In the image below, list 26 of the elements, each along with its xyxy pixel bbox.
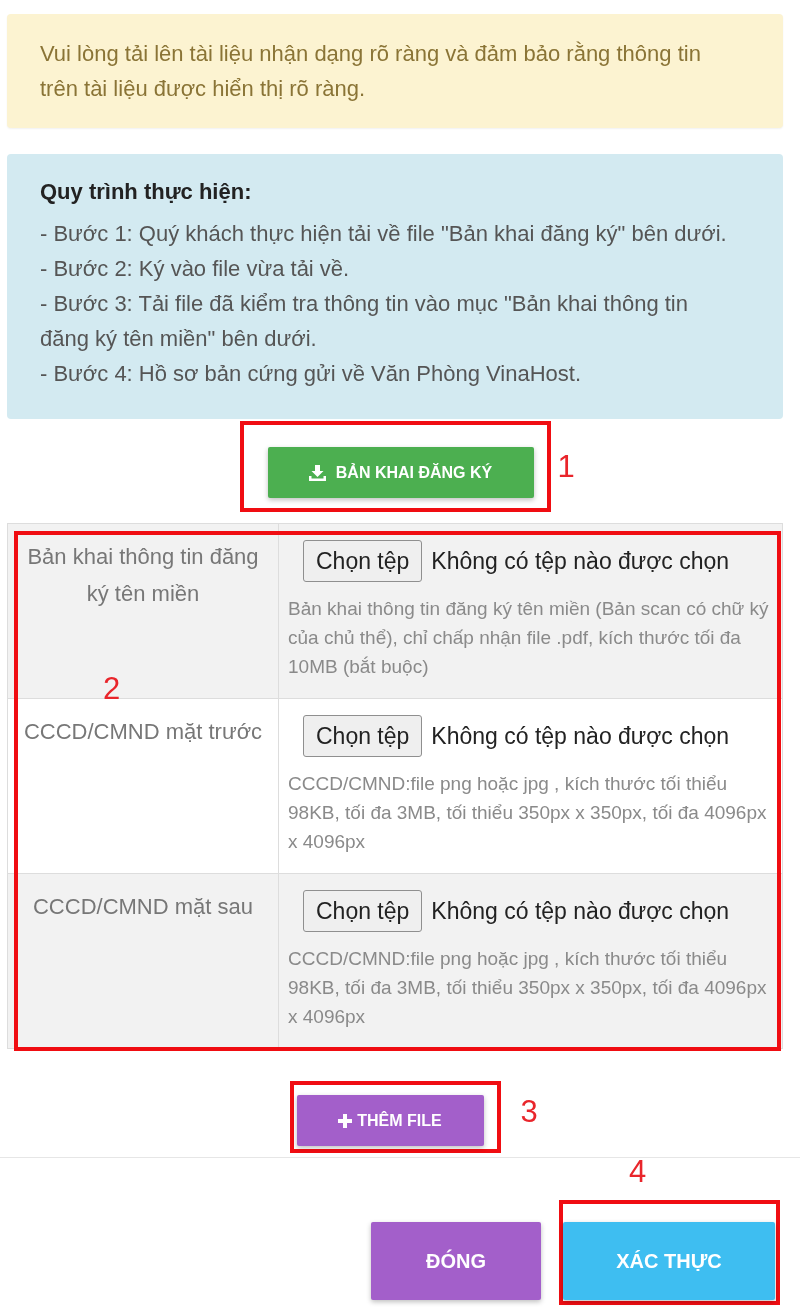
choose-file-button[interactable]: Chọn tệp [303, 715, 423, 757]
file-status-text: Không có tệp nào được chọn [431, 546, 730, 576]
file-hint-text: CCCD/CMND:file png hoặc jpg , kích thước tối thiểu 98KB, tối đa 3MB, tối thiểu 350px x 350px, tối đa 4096px x 4096px [288, 947, 768, 1029]
instruction-step: - Bước 3: Tải file đã kiểm tra thông tin vào mục "Bản khai thông tin đăng ký tên miền" bên dưới. [40, 286, 735, 356]
download-button[interactable]: BẢN KHAI ĐĂNG KÝ [267, 447, 534, 498]
file-hint-text: CCCD/CMND:file png hoặc jpg , kích thước tối thiểu 98KB, tối đa 3MB, tối thiểu 350px x 350px, tối đa 4096px x 4096px [288, 772, 768, 854]
confirm-button[interactable]: XÁC THỰC [563, 1222, 775, 1300]
instruction-step: - Bước 1: Quý khách thực hiện tải về file "Bản khai đăng ký" bên dưới. [40, 216, 735, 251]
table-cell: CCCD/CMND mặt trước [7, 698, 279, 874]
choose-file-button[interactable]: Chọn tệp [303, 540, 423, 582]
instruction-step: - Bước 4: Hồ sơ bản cứng gửi về Văn Phòng VinaHost. [40, 356, 735, 391]
choose-file-button[interactable]: Chọn tệp [303, 890, 423, 932]
annotation-number: 4 [629, 1160, 647, 1184]
table-cell: CCCD/CMND mặt sau [7, 873, 279, 1049]
add-file-button[interactable]: THÊM FILE [296, 1095, 484, 1146]
instruction-step: - Bước 2: Ký vào file vừa tải về. [40, 251, 735, 286]
download-icon [308, 464, 326, 481]
plus-icon [338, 1113, 353, 1128]
instructions-title: Quy trình thực hiện: [40, 178, 253, 206]
annotation-number: 1 [557, 451, 575, 482]
warning-text: Vui lòng tải lên tài liệu nhận dạng rõ ràng và đảm bảo rằng thông tin trên tài liệu được hiển thị rõ ràng. [40, 40, 702, 103]
close-button[interactable]: ĐÓNG [371, 1222, 541, 1300]
file-status-text: Không có tệp nào được chọn [431, 896, 730, 926]
file-hint-text: Bản khai thông tin đăng ký tên miền (Bản scan có chữ ký của chủ thể), chỉ chấp nhận file .pdf, kích thước tối đa 10MB (bắt buộc) [288, 597, 770, 679]
file-status-text: Không có tệp nào được chọn [431, 721, 730, 751]
annotation-number: 3 [520, 1096, 538, 1127]
